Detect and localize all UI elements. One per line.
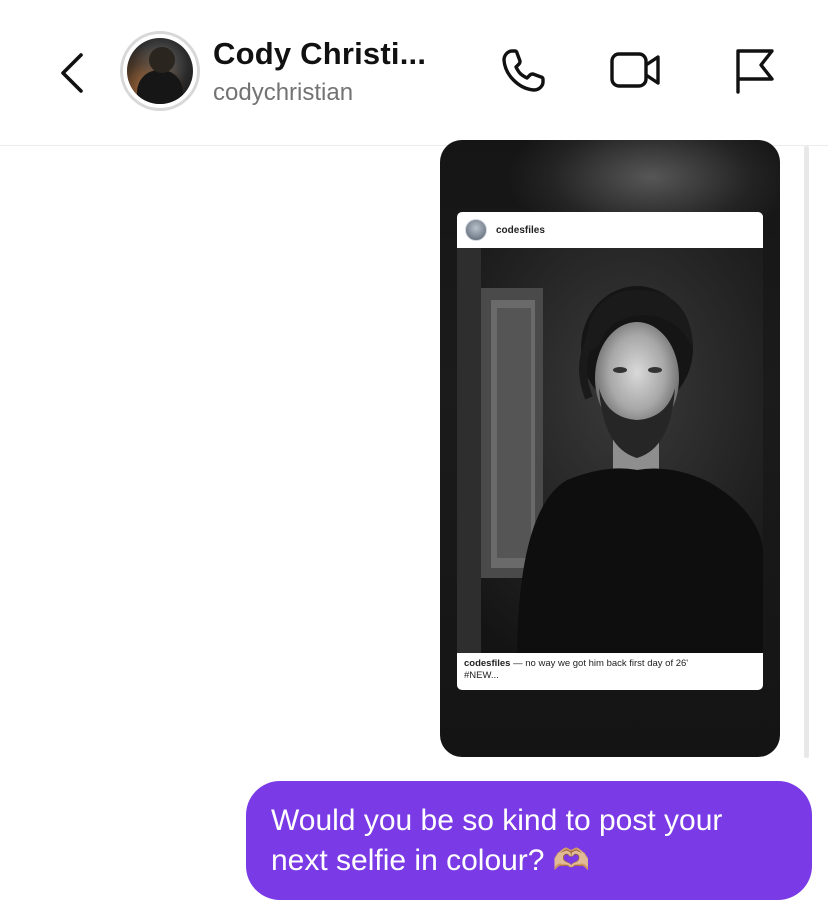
contact-avatar[interactable] — [120, 31, 200, 111]
report-button[interactable] — [724, 42, 780, 98]
message-text-line2: next selfie in colour? 🫶🏼 — [271, 844, 591, 877]
phone-icon — [502, 49, 545, 92]
video-camera-icon — [610, 52, 660, 88]
caption-text: — no way we got him back first day of 26… — [510, 658, 689, 669]
contact-name[interactable]: Cody Christi... — [213, 36, 426, 72]
shared-story-card[interactable]: codesfiles codesfiles — no way we got hi… — [440, 140, 780, 757]
chat-header: Cody Christi... codychristian — [0, 0, 828, 146]
post-header: codesfiles — [457, 212, 763, 248]
flag-icon — [736, 49, 774, 94]
caption-username: codesfiles — [464, 658, 511, 669]
sent-message-bubble[interactable]: Would you be so kind to post your next s… — [246, 781, 812, 900]
chevron-left-icon — [61, 53, 83, 93]
post-username: codesfiles — [496, 224, 545, 236]
shared-post[interactable]: codesfiles codesfiles — no way we got hi… — [457, 212, 763, 690]
caption-hashtag: #NEW... — [464, 670, 499, 681]
avatar-image — [127, 38, 193, 104]
post-author-avatar — [465, 219, 487, 241]
contact-handle[interactable]: codychristian — [213, 79, 353, 107]
video-call-button[interactable] — [608, 42, 664, 98]
post-caption: codesfiles — no way we got him back firs… — [464, 658, 756, 682]
post-photo — [457, 248, 763, 653]
scrollbar[interactable] — [804, 146, 809, 758]
audio-call-button[interactable] — [496, 42, 552, 98]
back-button[interactable] — [50, 48, 94, 98]
message-text-line1: Would you be so kind to post your — [271, 804, 723, 837]
